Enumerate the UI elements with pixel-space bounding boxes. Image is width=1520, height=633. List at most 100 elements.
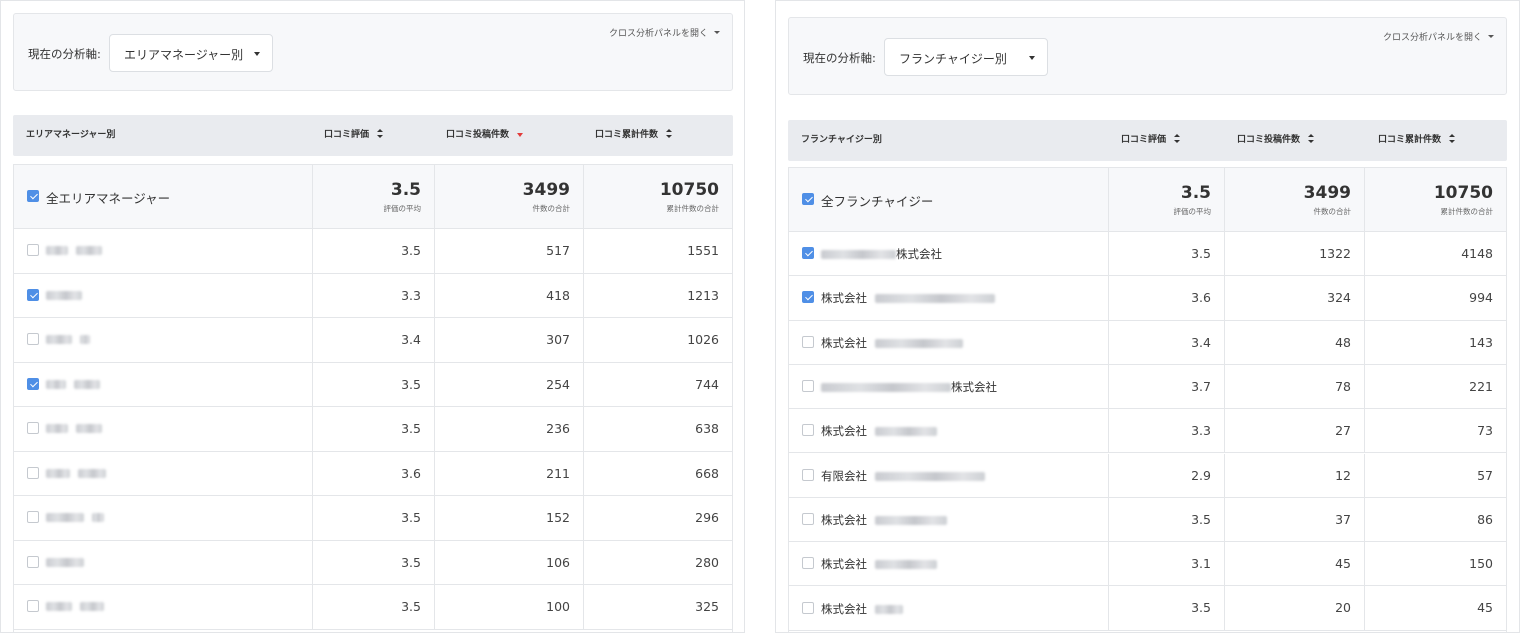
table-row: 株式会社 3.4 48 143 (789, 320, 1506, 365)
cell-rating: 3.1 (1109, 542, 1225, 586)
cell-rating: 3.4 (1109, 320, 1225, 364)
data-table: 全フランチャイジー 3.5 評価の平均 3499 件数の合計 10750 累計件… (788, 167, 1507, 632)
table-row-total: 全フランチャイジー 3.5 評価の平均 3499 件数の合計 10750 累計件… (789, 168, 1506, 232)
row-checkbox[interactable] (802, 291, 814, 304)
cell-rating: 3.5 (1109, 232, 1225, 276)
row-checkbox[interactable] (27, 511, 39, 524)
row-name: 株式会社 (821, 601, 903, 617)
cell-rating: 3.7 (1109, 364, 1225, 409)
cell-cumulative: 143 (1469, 334, 1493, 350)
row-checkbox[interactable] (27, 600, 39, 613)
cell-rating: 3.5 (313, 362, 435, 406)
cell-posts: 418 (435, 273, 584, 317)
row-name (46, 510, 104, 524)
table-row: 3.5 517 1551 (14, 229, 732, 274)
select-all-checkbox[interactable] (802, 193, 814, 205)
redacted-name (821, 250, 896, 260)
row-checkbox[interactable] (802, 557, 814, 570)
redacted-name (92, 513, 104, 523)
row-name: 株式会社 (821, 379, 997, 395)
column-header-rating[interactable]: 口コミ評価 (1121, 120, 1181, 161)
total-label: 全フランチャイジー (821, 194, 934, 209)
cell-cumulative: 280 (695, 554, 719, 570)
row-name: 株式会社 (821, 290, 995, 306)
cell-posts: 254 (435, 362, 584, 406)
company-type-label: 株式会社 (821, 424, 867, 439)
select-all-checkbox[interactable] (27, 190, 39, 202)
row-checkbox[interactable] (802, 512, 814, 525)
open-cross-analysis-button[interactable]: クロス分析パネルを開く (609, 26, 720, 39)
row-name (46, 377, 100, 391)
row-name: 株式会社 (821, 512, 947, 528)
column-header-name[interactable]: エリアマネージャー別 (26, 115, 115, 156)
cell-cumulative: 744 (695, 376, 719, 392)
cell-cumulative: 638 (695, 421, 719, 436)
axis-select[interactable]: エリアマネージャー別 (109, 34, 273, 72)
row-checkbox[interactable] (802, 424, 814, 437)
row-checkbox[interactable] (27, 555, 39, 568)
table-row-total: 全エリアマネージャー 3.5 評価の平均 3499 件数の合計 10750 累計… (14, 165, 732, 229)
row-checkbox[interactable] (27, 244, 39, 257)
table-row: 株式会社 3.7 78 221 (789, 364, 1506, 410)
redacted-name (46, 424, 68, 434)
table-row: 3.5 254 744 (14, 362, 732, 407)
redacted-name (46, 379, 66, 389)
row-name (46, 421, 102, 435)
column-header-posts[interactable]: 口コミ投稿件数 (1237, 120, 1315, 161)
cell-posts: 517 (435, 229, 584, 273)
cell-rating: 3.3 (313, 273, 435, 317)
column-header-cumulative[interactable]: 口コミ累計件数 (1378, 120, 1456, 161)
franchisee-panel: 現在の分析軸: フランチャイジー別 クロス分析パネルを開く フランチャイジー別 … (775, 0, 1520, 633)
cell-rating: 3.6 (313, 451, 435, 495)
column-header-name[interactable]: フランチャイジー別 (801, 120, 882, 161)
row-name: 株式会社 (821, 423, 937, 439)
table-row: 3.3 418 1213 (14, 273, 732, 318)
row-checkbox[interactable] (802, 335, 814, 348)
analysis-axis-box: 現在の分析軸: フランチャイジー別 クロス分析パネルを開く (788, 17, 1507, 95)
company-type-label: 株式会社 (896, 247, 942, 262)
redacted-name (74, 379, 100, 389)
sort-icon (377, 129, 384, 138)
redacted-name (46, 246, 68, 256)
row-checkbox[interactable] (27, 377, 39, 390)
row-name (46, 332, 90, 346)
cell-posts: 307 (435, 318, 584, 362)
cell-cumulative: 86 (1477, 511, 1493, 527)
column-header-posts[interactable]: 口コミ投稿件数 (446, 115, 524, 156)
row-checkbox[interactable] (27, 288, 39, 301)
row-checkbox[interactable] (27, 422, 39, 435)
row-checkbox[interactable] (802, 247, 814, 260)
sort-icon (1174, 134, 1181, 143)
sort-icon (1449, 134, 1456, 143)
cell-cumulative: 73 (1477, 423, 1493, 439)
row-name (46, 288, 82, 302)
row-checkbox[interactable] (802, 468, 814, 481)
table-row: 株式会社 3.6 324 994 (789, 276, 1506, 321)
cell-posts: 100 (435, 585, 584, 629)
cell-posts: 78 (1225, 364, 1365, 409)
row-checkbox[interactable] (802, 380, 814, 393)
row-checkbox[interactable] (27, 333, 39, 346)
area-manager-panel: 現在の分析軸: エリアマネージャー別 クロス分析パネルを開く エリアマネージャー… (0, 0, 745, 633)
redacted-name (46, 335, 72, 345)
row-checkbox[interactable] (27, 466, 39, 479)
open-cross-analysis-button[interactable]: クロス分析パネルを開く (1383, 30, 1494, 43)
cell-posts: 106 (435, 540, 584, 584)
cell-cumulative: 150 (1469, 556, 1493, 572)
column-header-cumulative[interactable]: 口コミ累計件数 (595, 115, 673, 156)
row-checkbox[interactable] (802, 601, 814, 614)
row-name (46, 466, 106, 480)
redacted-name (875, 604, 903, 614)
cell-cumulative: 994 (1469, 290, 1493, 306)
cell-cumulative: 57 (1477, 467, 1493, 483)
cell-rating: 3.5 (313, 540, 435, 584)
table-row: 有限会社 2.9 12 57 (789, 453, 1506, 498)
company-type-label: 株式会社 (821, 601, 867, 616)
table-header: エリアマネージャー別 口コミ評価 口コミ投稿件数 口コミ累計件数 (13, 115, 733, 156)
table-row: 3.6 211 668 (14, 451, 732, 496)
data-table: 全エリアマネージャー 3.5 評価の平均 3499 件数の合計 10750 累計… (13, 164, 733, 632)
analysis-axis-box: 現在の分析軸: エリアマネージャー別 クロス分析パネルを開く (13, 13, 733, 91)
axis-select[interactable]: フランチャイジー別 (884, 38, 1048, 76)
column-header-rating[interactable]: 口コミ評価 (324, 115, 384, 156)
chevron-down-icon (1488, 35, 1494, 38)
